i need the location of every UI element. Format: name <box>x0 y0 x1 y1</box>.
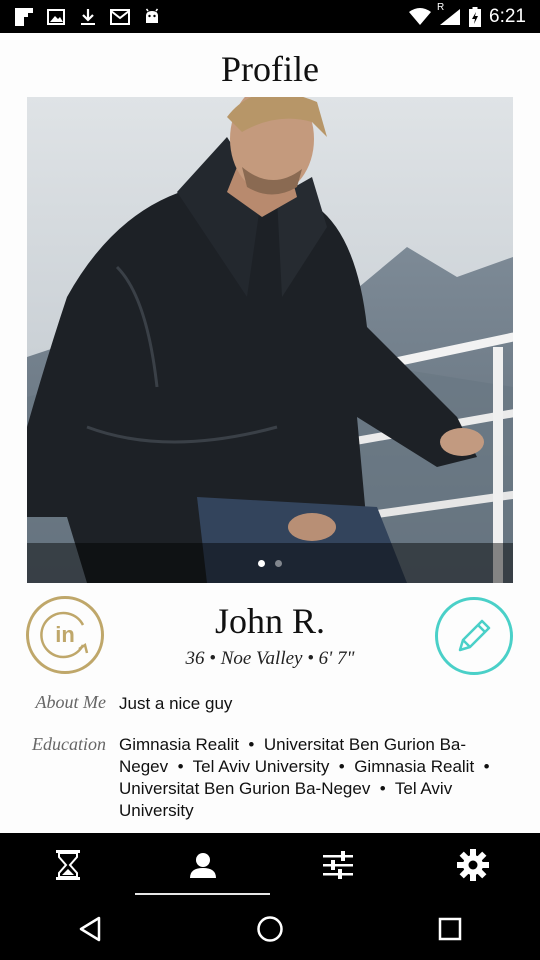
gallery-icon <box>46 7 66 27</box>
tab-settings[interactable] <box>405 833 540 897</box>
tab-profile[interactable] <box>135 833 270 897</box>
profile-subline: 36 • Noe Valley • 6' 7" <box>185 648 355 669</box>
mail-icon <box>110 7 130 27</box>
nav-home-button[interactable] <box>240 899 300 959</box>
status-time: 6:21 <box>489 5 526 27</box>
tab-filters[interactable] <box>270 833 405 897</box>
tab-history[interactable] <box>0 833 135 897</box>
home-circle-icon <box>257 915 283 942</box>
pencil-icon <box>458 619 491 652</box>
profile-name: John R. <box>214 601 326 641</box>
nav-recents-button[interactable] <box>420 899 480 959</box>
roaming-label: R <box>437 1 445 13</box>
flipboard-icon <box>14 7 34 27</box>
profile-photo-illustration <box>27 97 513 583</box>
system-nav-bar <box>0 897 540 960</box>
nav-back-button[interactable] <box>60 899 120 959</box>
education-value: Gimnasia Realit • Universitat Ben Gurion… <box>119 735 500 820</box>
back-triangle-icon <box>79 916 101 941</box>
status-bar: R 6:21 <box>0 0 540 33</box>
gear-icon <box>456 849 489 881</box>
about-label: About Me <box>35 692 106 712</box>
education-label: Education <box>32 734 106 754</box>
sliders-icon <box>322 851 353 879</box>
battery-icon <box>469 6 482 27</box>
about-value: Just a nice guy <box>119 694 233 713</box>
hourglass-icon <box>55 850 80 880</box>
download-icon <box>78 7 98 27</box>
profile-photo[interactable] <box>27 97 513 583</box>
carousel-dot[interactable] <box>258 559 265 567</box>
person-icon <box>189 853 216 878</box>
linkedin-button[interactable]: in <box>26 596 104 674</box>
page-title: Profile <box>221 49 319 89</box>
carousel-indicator <box>27 543 513 583</box>
recents-square-icon <box>438 917 462 940</box>
android-icon <box>142 7 162 27</box>
wifi-icon <box>409 7 432 26</box>
carousel-dot[interactable] <box>275 559 282 567</box>
linkedin-label: in <box>55 622 75 647</box>
signal-icon: R <box>437 2 461 26</box>
bottom-tab-bar <box>0 833 540 897</box>
edit-profile-button[interactable] <box>435 597 513 675</box>
